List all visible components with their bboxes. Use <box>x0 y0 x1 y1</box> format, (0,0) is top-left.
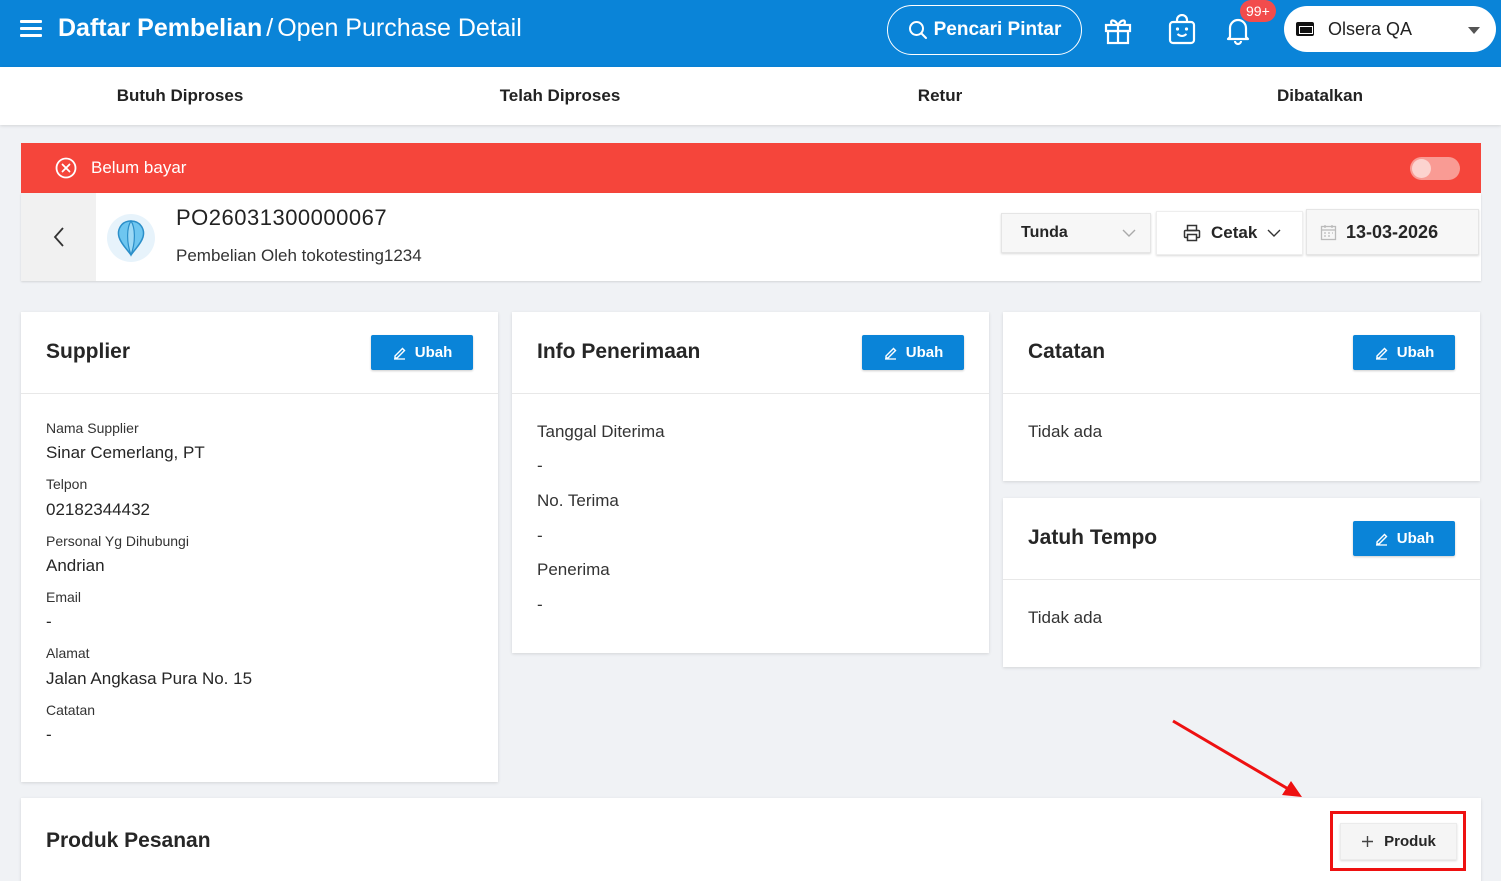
smart-search-label: Pencari Pintar <box>933 19 1062 40</box>
received-date-label: Tanggal Diterima <box>537 422 665 441</box>
store-logo <box>1296 22 1314 36</box>
receipt-number-label: No. Terima <box>537 491 619 510</box>
pencil-icon <box>884 347 897 360</box>
supplier-address-label: Alamat <box>46 645 90 661</box>
tab-butuh-diproses[interactable]: Butuh Diproses <box>117 86 244 106</box>
payment-status-label: Belum bayar <box>91 158 187 177</box>
chevron-down-icon <box>1267 229 1281 237</box>
title-sub: Open Purchase Detail <box>277 14 522 42</box>
supplier-name-value: Sinar Cemerlang, PT <box>46 443 205 462</box>
order-header-card: PO26031300000067 Pembelian Oleh tokotest… <box>21 193 1481 281</box>
supplier-contact-value: Andrian <box>46 556 105 575</box>
due-value: Tidak ada <box>1028 608 1103 627</box>
receipt-card-header: Info Penerimaan Ubah <box>512 312 989 394</box>
pencil-icon <box>1375 533 1388 546</box>
page-title: Daftar Pembelian / Open Purchase Detail <box>58 14 522 43</box>
close-circle-icon <box>55 157 77 179</box>
back-button[interactable] <box>21 193 96 281</box>
received-date-value: - <box>537 456 543 475</box>
supplier-card-header: Supplier Ubah <box>21 312 498 394</box>
tab-dibatalkan[interactable]: Dibatalkan <box>1277 86 1363 106</box>
payment-status-banner: Belum bayar <box>21 143 1481 193</box>
supplier-phone-value: 02182344432 <box>46 500 151 519</box>
notes-value: Tidak ada <box>1028 422 1103 441</box>
order-status-select[interactable]: Tunda <box>1001 213 1151 253</box>
supplier-email-value: - <box>46 612 52 631</box>
print-label: Cetak <box>1211 223 1258 242</box>
receiver-label: Penerima <box>537 560 610 579</box>
edit-supplier-button[interactable]: Ubah <box>371 335 473 370</box>
supplier-contact-label: Personal Yg Dihubungi <box>46 533 189 549</box>
order-date: 13-03-2026 <box>1346 221 1439 242</box>
plus-icon <box>1362 836 1374 847</box>
printer-icon <box>1183 224 1201 242</box>
receiver-value: - <box>537 595 543 614</box>
supplier-notes-label: Catatan <box>46 702 96 718</box>
order-date-picker[interactable]: 13-03-2026 <box>1306 209 1479 255</box>
supplier-card: Supplier Ubah Nama Supplier Sinar Cemerl… <box>21 312 498 782</box>
edit-receipt-button[interactable]: Ubah <box>862 335 964 370</box>
store-selector[interactable]: Olsera QA <box>1284 6 1496 52</box>
smart-search-button[interactable]: Pencari Pintar <box>887 5 1082 55</box>
ordered-products-title: Produk Pesanan <box>46 829 211 852</box>
supplier-phone-label: Telpon <box>46 476 88 492</box>
pencil-icon <box>1375 347 1388 360</box>
edit-due-label: Ubah <box>1396 530 1435 547</box>
pencil-icon <box>393 347 406 360</box>
title-separator: / <box>266 14 274 42</box>
add-product-label: Produk <box>1384 833 1436 850</box>
edit-notes-button[interactable]: Ubah <box>1353 335 1455 370</box>
po-number: PO26031300000067 <box>176 205 388 230</box>
status-tabs: Butuh Diproses Telah Diproses Retur Diba… <box>0 67 1501 125</box>
notes-title: Catatan <box>1028 340 1106 363</box>
receipt-info-card: Info Penerimaan Ubah Tanggal Diterima - … <box>512 312 989 653</box>
supplier-title: Supplier <box>46 340 131 363</box>
gift-icon[interactable] <box>1102 14 1134 46</box>
add-product-button[interactable]: Produk <box>1340 823 1457 860</box>
due-date-card: Jatuh Tempo Ubah Tidak ada <box>1003 498 1480 667</box>
title-main: Daftar Pembelian <box>58 14 263 42</box>
edit-supplier-label: Ubah <box>414 344 453 361</box>
hamburger-menu-icon[interactable] <box>20 20 42 38</box>
calendar-icon <box>1320 224 1337 240</box>
print-button[interactable]: Cetak <box>1156 211 1303 255</box>
order-status-value: Tunda <box>1021 224 1068 241</box>
receipt-title: Info Penerimaan <box>537 340 701 363</box>
edit-due-button[interactable]: Ubah <box>1353 521 1455 556</box>
po-subtitle: Pembelian Oleh tokotesting1234 <box>176 246 422 265</box>
notes-card: Catatan Ubah Tidak ada <box>1003 312 1480 481</box>
notes-card-header: Catatan Ubah <box>1003 312 1480 394</box>
shopping-bag-icon[interactable] <box>1166 14 1198 46</box>
store-name: Olsera QA <box>1328 18 1413 39</box>
chevron-left-icon <box>53 227 64 247</box>
receipt-number-value: - <box>537 526 543 545</box>
supplier-name-label: Nama Supplier <box>46 420 139 436</box>
toggle-knob <box>1412 159 1431 178</box>
supplier-email-label: Email <box>46 589 82 605</box>
chevron-down-icon <box>1122 229 1136 237</box>
notification-badge: 99+ <box>1240 0 1276 22</box>
caret-down-icon <box>1468 27 1480 34</box>
balloon-icon <box>107 214 155 262</box>
edit-receipt-label: Ubah <box>905 344 944 361</box>
due-card-header: Jatuh Tempo Ubah <box>1003 498 1480 580</box>
tab-telah-diproses[interactable]: Telah Diproses <box>500 86 621 106</box>
payment-status-toggle[interactable] <box>1410 157 1460 180</box>
top-bar: Daftar Pembelian / Open Purchase Detail Pe… <box>0 0 1501 67</box>
supplier-notes-value: - <box>46 725 52 744</box>
search-icon <box>908 21 927 39</box>
tab-retur[interactable]: Retur <box>918 86 962 106</box>
edit-notes-label: Ubah <box>1396 344 1435 361</box>
supplier-address-value: Jalan Angkasa Pura No. 15 <box>46 669 253 688</box>
ordered-products-card: Produk Pesanan Produk <box>21 798 1481 881</box>
due-title: Jatuh Tempo <box>1028 526 1158 549</box>
